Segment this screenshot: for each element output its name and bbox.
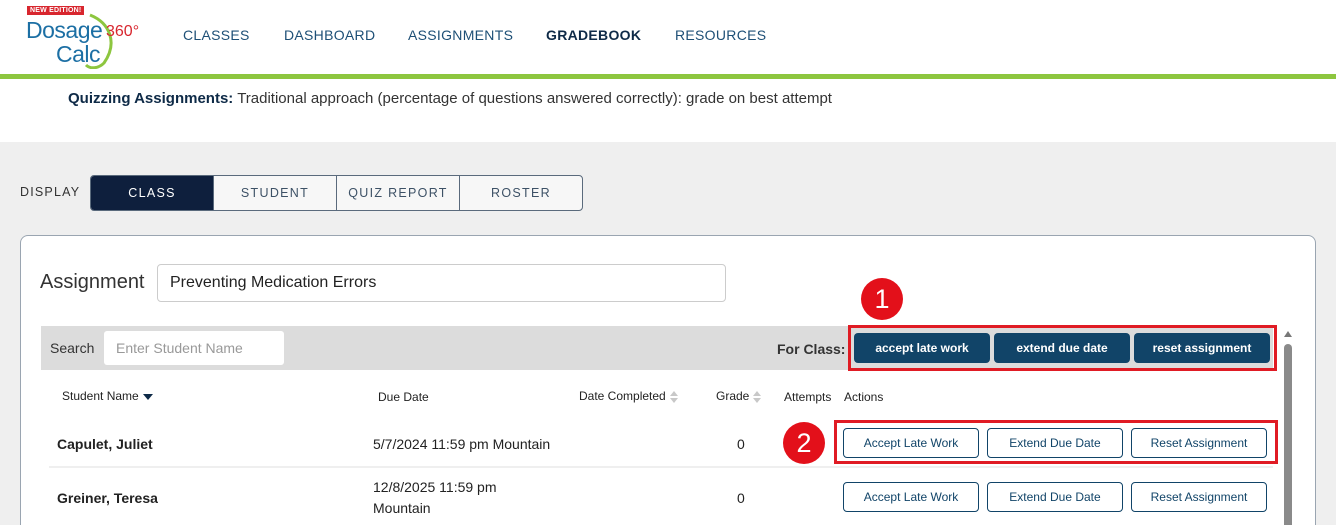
logo-text-calc: Calc (56, 41, 101, 67)
student-name: Capulet, Juliet (57, 436, 153, 452)
due-date: 5/7/2024 11:59 pm Mountain (373, 436, 551, 452)
highlight-box-1 (848, 325, 1277, 371)
dosage-calc-logo[interactable]: NEW EDITION! Dosage Calc 360° (20, 5, 145, 69)
nav-dashboard[interactable]: DASHBOARD (284, 27, 375, 43)
sort-icon (753, 390, 762, 403)
search-label: Search (50, 340, 95, 356)
sort-desc-icon (142, 393, 153, 400)
nav-gradebook[interactable]: GRADEBOOK (546, 27, 641, 43)
col-actions: Actions (844, 390, 884, 404)
col-grade[interactable]: Grade (716, 389, 762, 403)
col-date-completed[interactable]: Date Completed (579, 389, 679, 403)
quizzing-info: Quizzing Assignments: Traditional approa… (68, 90, 832, 107)
reset-assignment-button[interactable]: Reset Assignment (1131, 482, 1267, 512)
table-scrollbar[interactable] (1283, 329, 1293, 525)
top-navigation-bar: NEW EDITION! Dosage Calc 360° CLASSES DA… (0, 0, 1336, 74)
scrollbar-thumb[interactable] (1284, 344, 1292, 525)
callout-marker-2: 2 (783, 422, 825, 464)
tab-roster[interactable]: ROSTER (459, 176, 582, 210)
display-label: DISPLAY (20, 185, 81, 199)
assignment-select[interactable]: Preventing Medication Errors (157, 264, 726, 302)
logo-text-360: 360° (106, 23, 140, 40)
col-date-completed-label: Date Completed (579, 389, 666, 403)
nav-assignments[interactable]: ASSIGNMENTS (408, 27, 513, 43)
student-search-input[interactable] (104, 331, 284, 365)
grade-value: 0 (737, 490, 745, 506)
student-name: Greiner, Teresa (57, 490, 158, 506)
due-date: 12/8/2025 11:59 pm (373, 479, 497, 495)
extend-due-date-button[interactable]: Extend Due Date (987, 482, 1123, 512)
tab-student[interactable]: STUDENT (213, 176, 336, 210)
quizzing-info-label: Quizzing Assignments: (68, 90, 234, 107)
col-attempts: Attempts (784, 390, 832, 404)
sort-icon (669, 390, 679, 403)
accept-late-work-button[interactable]: Accept Late Work (843, 482, 979, 512)
col-student-name[interactable]: Student Name (62, 389, 153, 403)
nav-classes[interactable]: CLASSES (183, 27, 250, 43)
col-student-name-label: Student Name (62, 389, 139, 403)
nav-resources[interactable]: RESOURCES (675, 27, 766, 43)
due-date-zone: Mountain (373, 500, 431, 516)
scroll-up-icon[interactable] (1284, 331, 1292, 337)
logo-text-dosage: Dosage (26, 17, 103, 43)
callout-marker-1: 1 (861, 278, 903, 320)
quizzing-info-text: Traditional approach (percentage of ques… (233, 90, 832, 107)
col-due-date: Due Date (378, 390, 429, 404)
tab-quiz-report[interactable]: QUIZ REPORT (336, 176, 459, 210)
new-edition-badge: NEW EDITION! (27, 6, 85, 15)
highlight-box-2 (834, 420, 1278, 464)
grade-value: 0 (737, 436, 745, 452)
assignment-label: Assignment (40, 271, 145, 293)
col-grade-label: Grade (716, 389, 750, 403)
info-band (0, 79, 1336, 142)
for-class-label: For Class: (777, 341, 846, 357)
tab-class[interactable]: CLASS (91, 176, 213, 210)
display-tabs: CLASS STUDENT QUIZ REPORT ROSTER (90, 175, 583, 211)
